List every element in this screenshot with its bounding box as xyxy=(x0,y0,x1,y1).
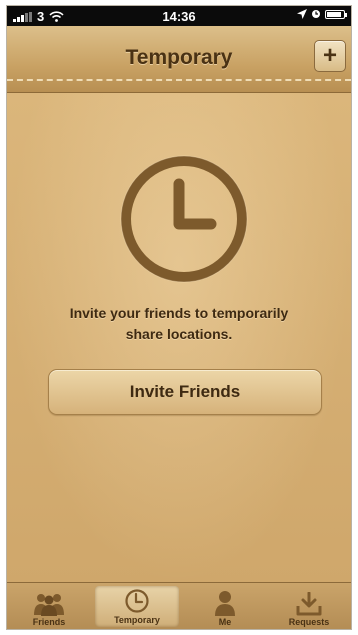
invite-message-line-2: share locations. xyxy=(125,326,233,342)
invite-message: Invite your friends to temporarily share… xyxy=(37,303,321,345)
leather-stitching xyxy=(7,79,351,81)
navigation-bar: Temporary + xyxy=(7,26,351,93)
tab-me-label: Me xyxy=(218,617,232,627)
tab-temporary[interactable]: Temporary xyxy=(95,586,179,627)
battery-level xyxy=(327,11,342,17)
location-arrow-icon xyxy=(297,9,307,19)
tab-friends-label: Friends xyxy=(32,617,66,627)
friends-icon xyxy=(34,594,64,616)
inbox-download-icon xyxy=(296,592,322,616)
person-icon xyxy=(215,591,235,616)
tab-bar: Friends Temporary Me Requests xyxy=(7,582,351,629)
alarm-icon xyxy=(312,10,320,18)
add-button[interactable]: + xyxy=(314,40,346,72)
invite-message-line-1: Invite your friends to temporarily xyxy=(69,305,289,321)
main-content: Invite your friends to temporarily share… xyxy=(7,93,351,585)
battery-icon xyxy=(325,9,347,19)
tab-me[interactable]: Me xyxy=(183,583,267,629)
clock-icon xyxy=(120,155,248,283)
phone-screen: 3 14:36 Temporary + Invite your friends … xyxy=(6,5,352,630)
tab-temporary-label: Temporary xyxy=(114,615,160,625)
clock-icon xyxy=(125,589,149,613)
status-right xyxy=(297,9,347,19)
tab-friends[interactable]: Friends xyxy=(7,583,91,629)
invite-friends-button[interactable]: Invite Friends xyxy=(48,369,322,415)
tab-requests-label: Requests xyxy=(288,617,330,627)
status-bar: 3 14:36 xyxy=(7,6,351,26)
tab-requests[interactable]: Requests xyxy=(267,583,351,629)
page-title: Temporary xyxy=(125,46,233,69)
